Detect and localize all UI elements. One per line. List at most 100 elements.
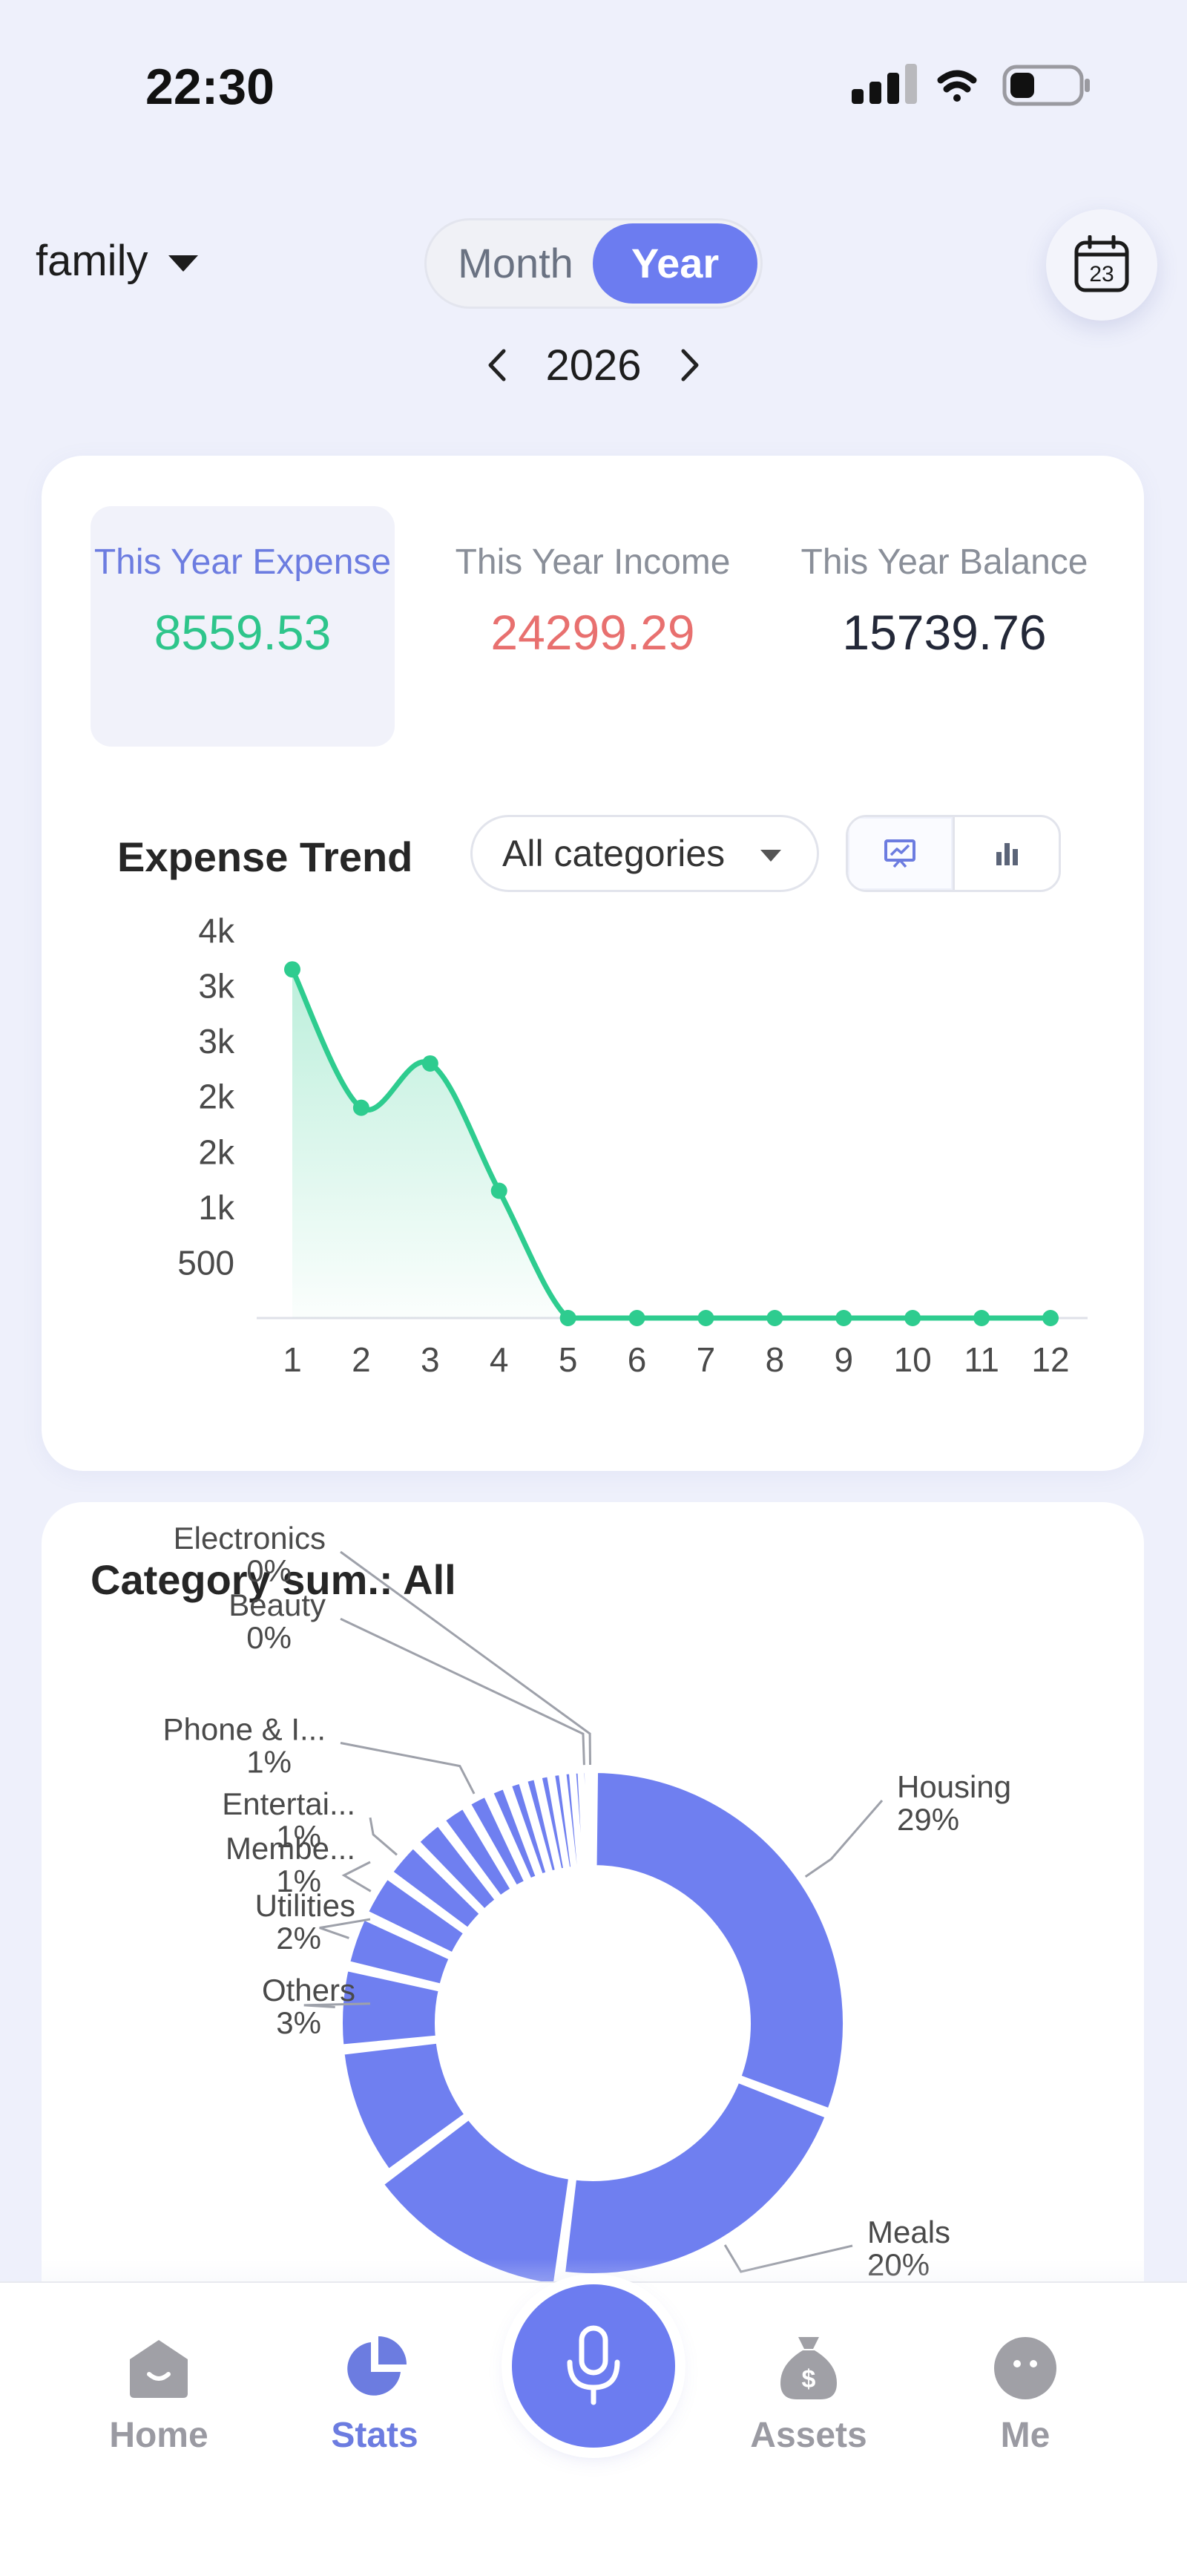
battery-icon xyxy=(1002,65,1090,106)
y-tick-label: 3k xyxy=(198,1022,235,1061)
y-tick-label: 2k xyxy=(198,1078,235,1116)
trend-point xyxy=(766,1310,783,1326)
pie-pct-label: 29% xyxy=(897,1802,959,1837)
pie-pct-label: 2% xyxy=(276,1921,321,1956)
pie-slice xyxy=(592,1769,848,2113)
caret-down-icon xyxy=(168,255,199,272)
x-tick-label: 10 xyxy=(894,1340,932,1379)
trend-point xyxy=(284,961,300,978)
tab-stats-label: Stats xyxy=(331,2416,418,2455)
pie-pct-label: 0% xyxy=(246,1620,292,1655)
ledger-name: family xyxy=(36,237,148,285)
category-filter-select[interactable]: All categories xyxy=(470,815,819,892)
year-navigator: 2026 xyxy=(475,335,712,395)
x-tick-label: 12 xyxy=(1031,1340,1069,1379)
home-icon xyxy=(130,2340,188,2398)
y-tick-label: 3k xyxy=(198,967,235,1006)
prev-year-button[interactable] xyxy=(475,339,519,391)
y-tick-label: 4k xyxy=(198,916,235,950)
tab-assets-label: Assets xyxy=(750,2416,867,2455)
tab-home[interactable]: Home xyxy=(85,2327,233,2456)
trend-point xyxy=(835,1310,852,1326)
category-donut-chart: Housing29%Meals20%Others3%Utilities2%Mem… xyxy=(163,1521,1011,2289)
pie-pct-label: 3% xyxy=(276,2005,321,2040)
pie-chart-icon xyxy=(347,2336,407,2396)
x-tick-label: 1 xyxy=(283,1340,302,1379)
segment-month[interactable]: Month xyxy=(434,220,597,307)
tab-home-label: Home xyxy=(109,2416,208,2455)
summary-income[interactable]: This Year Income 24299.29 xyxy=(441,506,745,747)
summary-expense-value: 8559.53 xyxy=(154,605,332,660)
trend-point xyxy=(559,1310,576,1326)
summary-balance-value: 15739.76 xyxy=(842,605,1047,660)
caret-down-icon xyxy=(760,850,781,862)
summary-card: This Year Expense 8559.53 This Year Inco… xyxy=(42,456,1144,1471)
category-filter-value: All categories xyxy=(502,833,726,874)
pie-label: Beauty xyxy=(228,1587,326,1622)
trend-point xyxy=(352,1099,369,1116)
microphone-icon xyxy=(567,2325,620,2405)
pie-leader-line xyxy=(369,1817,398,1856)
pie-slice xyxy=(560,2078,830,2278)
pie-pct-label: 1% xyxy=(276,1819,321,1854)
bar-chart-icon xyxy=(996,843,1018,865)
pie-label: Phone & I... xyxy=(163,1712,326,1747)
trend-point xyxy=(628,1310,645,1326)
expense-trend-chart: 5001k2k2k3k3k4k 1 2 3 4 5 6 7 8 9 10 11 12 xyxy=(177,916,1088,1379)
pie-leader-line xyxy=(341,1861,372,1892)
cellular-signal-icon xyxy=(852,64,917,104)
chart-type-toggle xyxy=(846,815,1061,892)
pie-leader-line xyxy=(340,1550,592,1766)
voice-input-button[interactable] xyxy=(512,2284,675,2448)
x-tick-label: 6 xyxy=(628,1340,647,1379)
summary-income-label: This Year Income xyxy=(455,543,731,582)
x-tick-label: 4 xyxy=(490,1340,509,1379)
ledger-selector[interactable]: family xyxy=(36,236,199,286)
pie-label: Entertai... xyxy=(222,1786,355,1821)
x-tick-label: 11 xyxy=(964,1340,999,1379)
x-tick-label: 8 xyxy=(766,1340,785,1379)
chevron-left-icon xyxy=(488,349,506,381)
summary-expense-label: This Year Expense xyxy=(93,543,392,582)
pie-slice xyxy=(586,1769,595,1870)
y-tick-label: 2k xyxy=(198,1133,235,1171)
x-tick-label: 2 xyxy=(352,1340,371,1379)
segment-year[interactable]: Year xyxy=(593,223,757,304)
pie-leader-line xyxy=(804,1800,884,1878)
pie-label: Housing xyxy=(897,1769,1011,1804)
tab-stats[interactable]: Stats xyxy=(300,2327,449,2456)
trend-point xyxy=(490,1182,507,1199)
status-time: 22:30 xyxy=(145,59,274,115)
summary-balance[interactable]: This Year Balance 15739.76 xyxy=(792,506,1096,747)
tab-assets[interactable]: $ Assets xyxy=(734,2327,883,2456)
category-card: Category sum.: All Housing29%Meals20%Oth… xyxy=(42,1502,1144,2341)
year-label: 2026 xyxy=(545,341,642,390)
bar-chart-button[interactable] xyxy=(955,817,1059,890)
svg-text:$: $ xyxy=(802,2365,816,2393)
trend-area xyxy=(292,969,1050,1318)
tab-me-label: Me xyxy=(1000,2416,1050,2455)
status-icons xyxy=(846,62,1098,114)
next-year-button[interactable] xyxy=(668,339,712,391)
pie-label: Others xyxy=(262,1973,355,2008)
chevron-right-icon xyxy=(681,349,699,381)
x-tick-label: 5 xyxy=(559,1340,578,1379)
calendar-button[interactable]: 23 xyxy=(1046,209,1157,321)
trend-point xyxy=(1042,1310,1059,1326)
trend-point xyxy=(421,1055,438,1072)
y-tick-label: 1k xyxy=(198,1188,235,1227)
pie-pct-label: 1% xyxy=(246,1745,292,1780)
tab-me[interactable]: Me xyxy=(951,2327,1099,2456)
summary-expense[interactable]: This Year Expense 8559.53 xyxy=(91,506,395,747)
x-tick-label: 9 xyxy=(834,1340,853,1379)
x-tick-label: 7 xyxy=(697,1340,716,1379)
trend-point xyxy=(973,1310,990,1326)
trend-point xyxy=(904,1310,921,1326)
money-bag-icon: $ xyxy=(780,2337,837,2399)
line-chart-icon xyxy=(884,839,916,868)
trend-point xyxy=(697,1310,714,1326)
trend-title: Expense Trend xyxy=(117,833,413,880)
profile-face-icon xyxy=(994,2337,1056,2399)
wifi-icon xyxy=(937,70,977,102)
line-chart-button[interactable] xyxy=(848,817,955,890)
